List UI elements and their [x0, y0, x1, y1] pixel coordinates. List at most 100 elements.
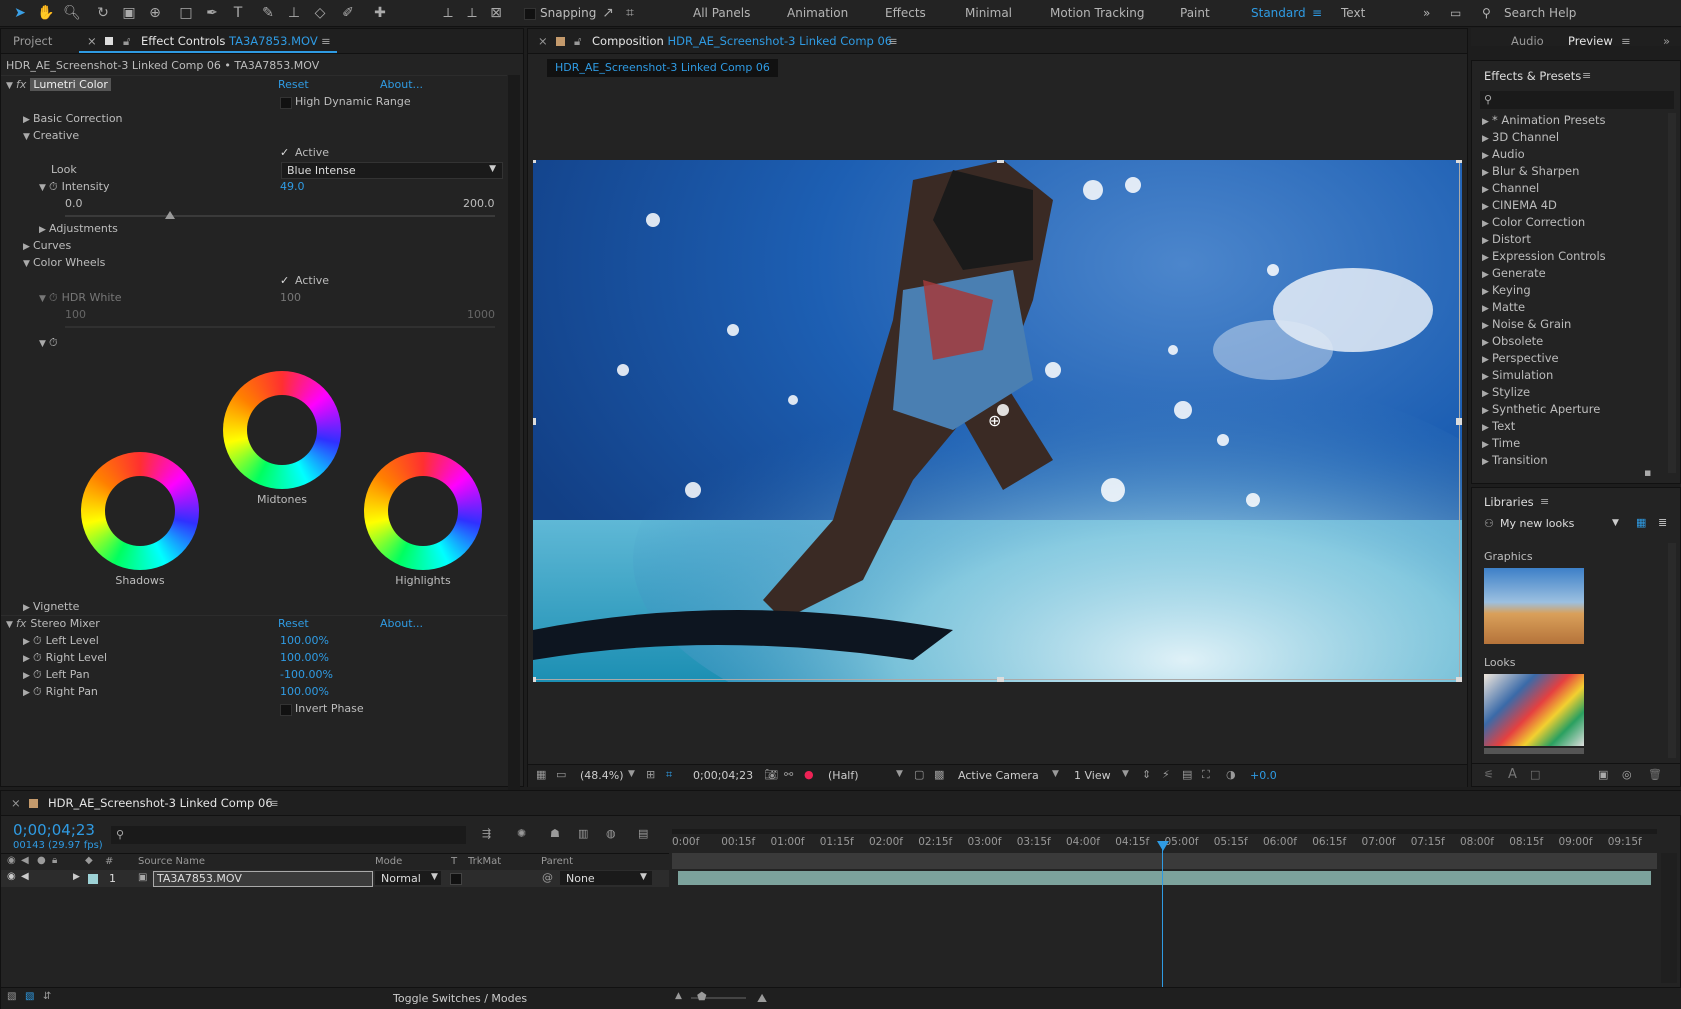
exposure-value[interactable]: +0.0 [1250, 769, 1277, 782]
view-layout-dropdown[interactable]: 1 View [1074, 769, 1111, 782]
transform-handle[interactable] [533, 160, 536, 163]
effects-category-item[interactable]: ▶ Time [1482, 436, 1520, 450]
layer-parent-dropdown[interactable]: None ▼ [560, 871, 652, 885]
effects-category-item[interactable]: ▶ Expression Controls [1482, 249, 1606, 263]
panel-menu-icon[interactable]: ≡ [888, 34, 898, 48]
fast-previews-icon[interactable]: ⚡ [1162, 768, 1170, 781]
chevron-down-icon[interactable]: ▼ [1122, 769, 1129, 779]
reset-exposure-icon[interactable]: ◑ [1226, 768, 1236, 781]
left-level-value[interactable]: 100.00% [280, 633, 329, 649]
effects-category-item[interactable]: ▶ Perspective [1482, 351, 1559, 365]
lumetri-effect-header[interactable]: ▼ fx Lumetri Color [6, 77, 111, 93]
mask-visibility-icon[interactable]: ⌗ [666, 768, 672, 782]
preserve-transparency-checkbox[interactable] [450, 873, 462, 885]
video-visibility-icon[interactable]: ◉ [7, 855, 16, 866]
transform-handle[interactable] [533, 418, 536, 425]
snapshot-camera-icon[interactable]: 📷︎ [764, 768, 778, 781]
transparency-grid-icon[interactable]: ▩ [934, 768, 944, 781]
workspace-standard[interactable]: Standard [1251, 6, 1306, 20]
library-dropdown[interactable]: ⚇ My new looks ▼ [1484, 516, 1624, 532]
add-text-icon[interactable]: A [1508, 767, 1517, 782]
eye-icon[interactable]: ◉ [7, 871, 16, 882]
more-workspaces-icon[interactable]: » [1423, 6, 1430, 20]
time-zoom-thumb[interactable]: ⬟ [697, 990, 707, 1003]
layer-mode-dropdown[interactable]: Normal ▼ [375, 871, 441, 885]
wheels-active-checkbox[interactable]: ✓ [280, 273, 289, 289]
effects-search-input[interactable]: ⚲ [1480, 91, 1674, 109]
panel-menu-icon[interactable]: ≡ [1540, 495, 1549, 508]
tab-preview[interactable]: Preview [1568, 34, 1613, 48]
col-source-name[interactable]: Source Name [138, 856, 205, 867]
pick-whip-icon[interactable]: @ [542, 871, 553, 884]
effects-category-item[interactable]: ▶ Stylize [1482, 385, 1530, 399]
axis-local-icon[interactable]: ⟂ [438, 3, 458, 23]
basic-correction-group[interactable]: ▶ Basic Correction [23, 111, 123, 127]
lock-icon[interactable]: 🔓︎ [574, 34, 581, 49]
lock-icon[interactable]: 🔒︎ [52, 855, 57, 866]
hdr-checkbox[interactable] [280, 97, 292, 109]
work-area-bar[interactable] [672, 829, 1657, 834]
work-area-track[interactable] [672, 853, 1657, 869]
audio-icon[interactable]: ◀ [21, 855, 29, 866]
workspace-menu-icon[interactable]: ≡ [1312, 6, 1322, 20]
hand-tool-icon[interactable]: ✋ [36, 3, 56, 23]
left-level-param[interactable]: ▶ ⏱︎ Left Level [23, 633, 99, 649]
monitor-icon[interactable]: ▭ [556, 768, 566, 781]
roto-brush-tool-icon[interactable]: ✐ [338, 3, 358, 23]
effects-category-item[interactable]: ▶ CINEMA 4D [1482, 198, 1557, 212]
chevron-down-icon[interactable]: ▼ [628, 769, 635, 779]
search-help-icon[interactable]: ⚲ [1482, 6, 1491, 20]
solo-icon[interactable]: ● [37, 855, 46, 866]
sync-icon[interactable]: ◎ [1622, 768, 1632, 781]
flowchart-icon[interactable]: ⛶ [1202, 768, 1210, 782]
timeline-current-time[interactable]: 0;00;04;23 [13, 821, 95, 839]
col-mode[interactable]: Mode [375, 856, 402, 867]
layer-switches-icon[interactable]: ▧ [7, 991, 16, 1002]
layer-name-field[interactable]: TA3A7853.MOV [153, 871, 373, 887]
effects-category-item[interactable]: ▶ Transition [1482, 453, 1548, 467]
right-level-value[interactable]: 100.00% [280, 650, 329, 666]
type-tool-icon[interactable]: T [228, 3, 248, 23]
playhead[interactable] [1156, 841, 1169, 991]
invert-phase-checkbox[interactable] [280, 704, 292, 716]
close-tab-icon[interactable]: × [87, 34, 97, 48]
graph-editor-icon[interactable]: ▤ [638, 827, 648, 840]
intensity-slider-thumb[interactable] [165, 211, 176, 219]
anchor-point-icon[interactable]: ⊕ [988, 411, 1001, 430]
show-snapshot-icon[interactable]: ⚯ [784, 768, 793, 781]
tab-timeline-comp[interactable]: HDR_AE_Screenshot-3 Linked Comp 06 [48, 796, 273, 810]
creative-group[interactable]: ▼ Creative [23, 128, 79, 144]
composition-viewer-image[interactable]: ⊕ [533, 160, 1462, 682]
creative-active-checkbox[interactable]: ✓ [280, 145, 289, 161]
chevron-down-icon[interactable]: ▼ [1052, 769, 1059, 779]
always-preview-icon[interactable]: ▦ [536, 768, 546, 781]
expand-panels-icon[interactable]: » [1663, 34, 1670, 48]
eraser-tool-icon[interactable]: ◇ [310, 3, 330, 23]
tab-composition[interactable]: Composition HDR_AE_Screenshot-3 Linked C… [592, 34, 892, 48]
brush-tool-icon[interactable]: ✎ [258, 3, 278, 23]
speaker-icon[interactable]: ◀ [21, 871, 29, 882]
transform-handle[interactable] [997, 677, 1004, 682]
effects-category-item[interactable]: ▶ Obsolete [1482, 334, 1543, 348]
wheels-param[interactable]: ▼ ⏱︎ [39, 335, 58, 351]
resolution-dropdown[interactable]: (Half) [828, 769, 859, 782]
lock-icon[interactable]: 🔓︎ [123, 34, 130, 49]
tab-project[interactable]: Project [13, 34, 52, 48]
col-parent[interactable]: Parent [541, 856, 573, 867]
axis-world-icon[interactable]: ⟂ [462, 3, 482, 23]
midtones-wheel[interactable] [223, 371, 341, 489]
workspace-animation[interactable]: Animation [787, 6, 848, 20]
libraries-title[interactable]: Libraries [1484, 495, 1534, 509]
workspace-minimal[interactable]: Minimal [965, 6, 1012, 20]
zoom-in-icon[interactable]: ⛰ [757, 991, 767, 1006]
add-graphic-icon[interactable]: ⚟ [1484, 768, 1494, 781]
frame-blending-icon[interactable]: ▥ [578, 827, 588, 840]
left-pan-value[interactable]: -100.00% [280, 667, 333, 683]
chevron-down-icon[interactable]: ▼ [896, 769, 903, 779]
motion-blur-icon[interactable]: ◍ [606, 827, 616, 840]
right-pan-value[interactable]: 100.00% [280, 684, 329, 700]
snap-edge-icon[interactable]: ↗ [598, 3, 618, 23]
grid-guides-icon[interactable]: ⊞ [646, 768, 655, 781]
draft-3d-icon[interactable]: ✺ [517, 827, 526, 840]
transform-handle[interactable] [533, 677, 536, 682]
